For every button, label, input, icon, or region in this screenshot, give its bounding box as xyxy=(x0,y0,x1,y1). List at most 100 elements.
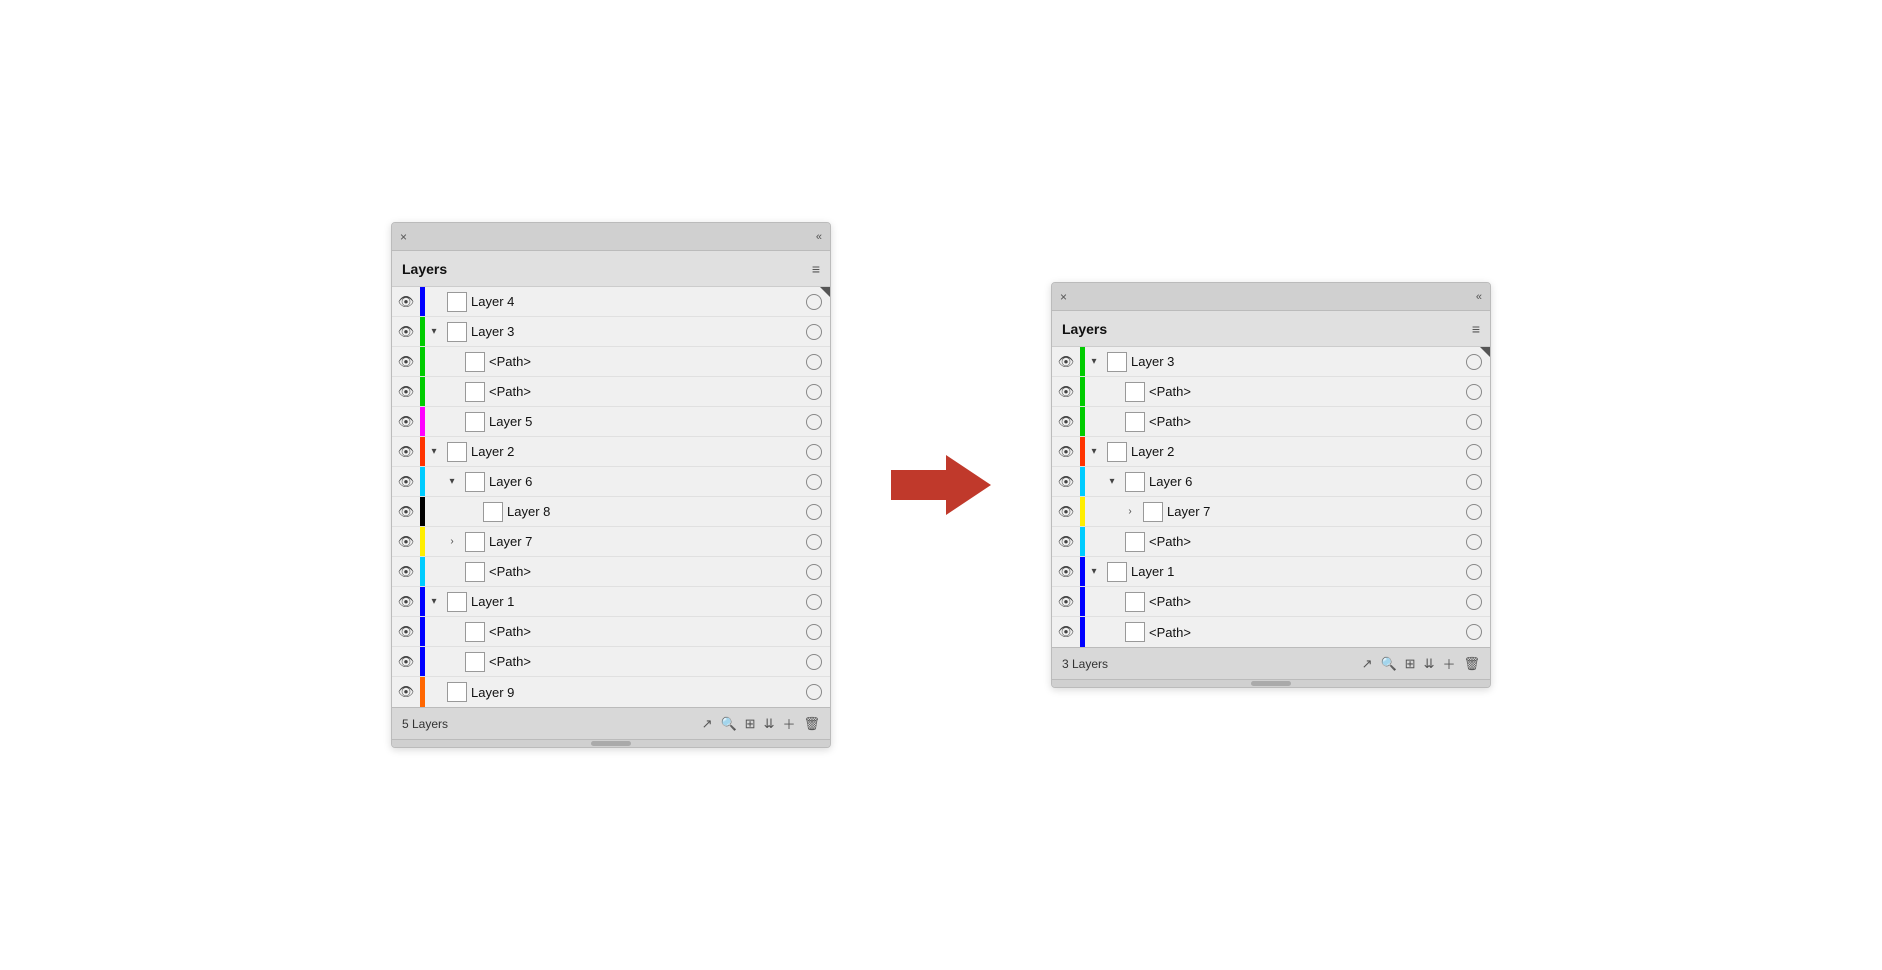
eye-icon[interactable]: 👁 xyxy=(392,474,420,490)
left-menu-icon[interactable]: ≡ xyxy=(812,261,820,277)
layer-row[interactable]: 👁▾Layer 6 xyxy=(1052,467,1490,497)
layer-row[interactable]: 👁▾Layer 9 xyxy=(392,677,830,707)
target-circle-icon[interactable] xyxy=(1466,564,1482,580)
layer-row[interactable]: 👁›Layer 7 xyxy=(1052,497,1490,527)
right-scrollbar[interactable] xyxy=(1052,679,1490,687)
target-circle-icon[interactable] xyxy=(806,654,822,670)
eye-icon[interactable]: 👁 xyxy=(392,504,420,520)
eye-icon[interactable]: 👁 xyxy=(1052,534,1080,550)
right-delete-icon[interactable]: 🗑 xyxy=(1463,656,1480,672)
layer-row[interactable]: 👁▾Layer 6 xyxy=(392,467,830,497)
left-new-icon[interactable]: ＋ xyxy=(782,714,795,733)
target-circle-icon[interactable] xyxy=(806,504,822,520)
layer-row[interactable]: 👁▾<Path> xyxy=(392,347,830,377)
right-menu-icon[interactable]: ≡ xyxy=(1472,321,1480,337)
left-delete-icon[interactable]: 🗑 xyxy=(803,716,820,732)
eye-icon[interactable]: 👁 xyxy=(1052,594,1080,610)
eye-icon[interactable]: 👁 xyxy=(1052,444,1080,460)
layer-row[interactable]: 👁▾Layer 4 xyxy=(392,287,830,317)
left-scrollbar[interactable] xyxy=(392,739,830,747)
layer-row[interactable]: 👁▾Layer 3 xyxy=(392,317,830,347)
layer-row[interactable]: 👁▾<Path> xyxy=(392,647,830,677)
eye-icon[interactable]: 👁 xyxy=(392,294,420,310)
eye-icon[interactable]: 👁 xyxy=(1052,474,1080,490)
right-export-icon[interactable]: ↗ xyxy=(1362,656,1373,672)
target-circle-icon[interactable] xyxy=(806,414,822,430)
target-circle-icon[interactable] xyxy=(806,594,822,610)
eye-icon[interactable]: 👁 xyxy=(392,594,420,610)
layer-row[interactable]: 👁›Layer 7 xyxy=(392,527,830,557)
right-close-icon[interactable]: × xyxy=(1060,290,1067,304)
right-new-icon[interactable]: ＋ xyxy=(1442,654,1455,673)
right-clip-icon[interactable]: ⊞ xyxy=(1405,656,1416,672)
layer-row[interactable]: 👁▾<Path> xyxy=(1052,587,1490,617)
eye-icon[interactable]: 👁 xyxy=(1052,564,1080,580)
eye-icon[interactable]: 👁 xyxy=(1052,504,1080,520)
layer-row[interactable]: 👁▾Layer 8 xyxy=(392,497,830,527)
left-export-icon[interactable]: ↗ xyxy=(702,716,713,732)
eye-icon[interactable]: 👁 xyxy=(1052,384,1080,400)
target-circle-icon[interactable] xyxy=(1466,414,1482,430)
target-circle-icon[interactable] xyxy=(1466,384,1482,400)
target-circle-icon[interactable] xyxy=(1466,594,1482,610)
eye-icon[interactable]: 👁 xyxy=(1052,414,1080,430)
target-circle-icon[interactable] xyxy=(806,534,822,550)
eye-icon[interactable]: 👁 xyxy=(392,534,420,550)
layer-row[interactable]: 👁▾<Path> xyxy=(1052,407,1490,437)
chevron-icon[interactable]: ▾ xyxy=(1085,446,1103,457)
target-circle-icon[interactable] xyxy=(806,684,822,700)
chevron-icon[interactable]: ▾ xyxy=(1085,356,1103,367)
left-clip-icon[interactable]: ⊞ xyxy=(745,716,756,732)
collapse-icon[interactable]: « xyxy=(816,231,822,243)
layer-row[interactable]: 👁▾<Path> xyxy=(392,617,830,647)
eye-icon[interactable]: 👁 xyxy=(392,564,420,580)
layer-row[interactable]: 👁▾Layer 2 xyxy=(1052,437,1490,467)
eye-icon[interactable]: 👁 xyxy=(392,354,420,370)
layer-row[interactable]: 👁▾Layer 5 xyxy=(392,407,830,437)
right-collapse-icon[interactable]: « xyxy=(1476,291,1482,303)
target-circle-icon[interactable] xyxy=(806,324,822,340)
chevron-icon[interactable]: ▾ xyxy=(425,446,443,457)
right-search-icon[interactable]: 🔍 xyxy=(1380,656,1396,672)
target-circle-icon[interactable] xyxy=(1466,504,1482,520)
right-merge-icon[interactable]: ⇊ xyxy=(1424,656,1435,672)
chevron-icon[interactable]: ▾ xyxy=(425,326,443,337)
target-circle-icon[interactable] xyxy=(806,624,822,640)
layer-row[interactable]: 👁▾<Path> xyxy=(392,557,830,587)
left-search-icon[interactable]: 🔍 xyxy=(720,716,736,732)
eye-icon[interactable]: 👁 xyxy=(1052,624,1080,640)
layer-row[interactable]: 👁▾<Path> xyxy=(392,377,830,407)
target-circle-icon[interactable] xyxy=(1466,534,1482,550)
chevron-icon[interactable]: › xyxy=(443,536,461,547)
target-circle-icon[interactable] xyxy=(806,474,822,490)
layer-row[interactable]: 👁▾Layer 1 xyxy=(1052,557,1490,587)
eye-icon[interactable]: 👁 xyxy=(392,654,420,670)
eye-icon[interactable]: 👁 xyxy=(392,384,420,400)
left-merge-icon[interactable]: ⇊ xyxy=(764,716,775,732)
target-circle-icon[interactable] xyxy=(806,564,822,580)
layer-row[interactable]: 👁▾Layer 1 xyxy=(392,587,830,617)
eye-icon[interactable]: 👁 xyxy=(392,624,420,640)
eye-icon[interactable]: 👁 xyxy=(392,444,420,460)
eye-icon[interactable]: 👁 xyxy=(392,324,420,340)
target-circle-icon[interactable] xyxy=(806,354,822,370)
target-circle-icon[interactable] xyxy=(806,444,822,460)
layer-row[interactable]: 👁▾<Path> xyxy=(1052,617,1490,647)
eye-icon[interactable]: 👁 xyxy=(392,684,420,700)
chevron-icon[interactable]: ▾ xyxy=(425,596,443,607)
chevron-icon[interactable]: ▾ xyxy=(443,476,461,487)
close-icon[interactable]: × xyxy=(400,230,407,244)
layer-row[interactable]: 👁▾Layer 2 xyxy=(392,437,830,467)
target-circle-icon[interactable] xyxy=(1466,624,1482,640)
layer-row[interactable]: 👁▾<Path> xyxy=(1052,527,1490,557)
target-circle-icon[interactable] xyxy=(806,384,822,400)
layer-row[interactable]: 👁▾<Path> xyxy=(1052,377,1490,407)
target-circle-icon[interactable] xyxy=(1466,474,1482,490)
layer-row[interactable]: 👁▾Layer 3 xyxy=(1052,347,1490,377)
chevron-icon[interactable]: ▾ xyxy=(1103,476,1121,487)
target-circle-icon[interactable] xyxy=(1466,444,1482,460)
eye-icon[interactable]: 👁 xyxy=(392,414,420,430)
chevron-icon[interactable]: ▾ xyxy=(1085,566,1103,577)
eye-icon[interactable]: 👁 xyxy=(1052,354,1080,370)
chevron-icon[interactable]: › xyxy=(1121,506,1139,517)
